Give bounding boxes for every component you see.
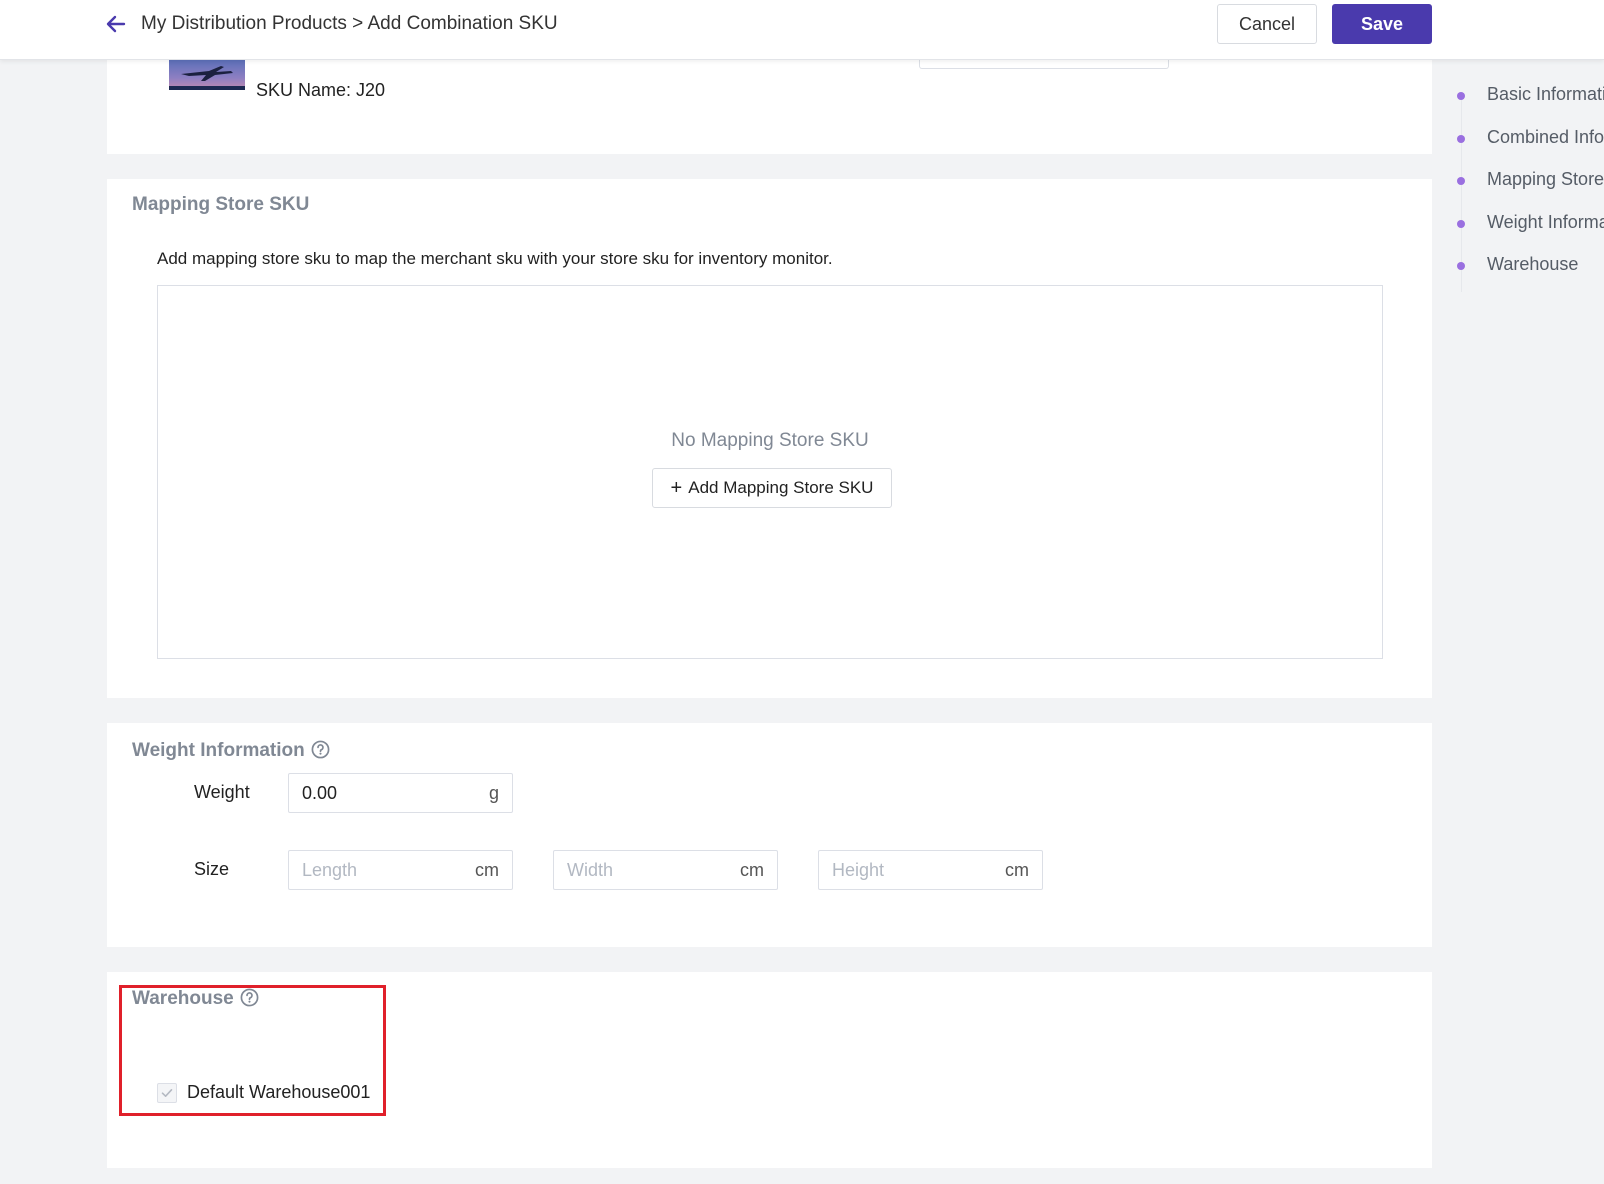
anchor-dot xyxy=(1457,135,1465,143)
highlight-box xyxy=(119,985,386,1116)
add-mapping-store-sku-button[interactable]: + Add Mapping Store SKU xyxy=(652,468,892,508)
help-icon[interactable] xyxy=(311,740,330,759)
anchor-dot xyxy=(1457,92,1465,100)
length-field[interactable]: cm xyxy=(288,850,513,890)
sku-name: SKU Name: J20 xyxy=(256,80,386,100)
basic-info-card: SKU Name: J20 xyxy=(107,60,1432,154)
breadcrumb: My Distribution Products > Add Combinati… xyxy=(141,13,558,34)
height-field[interactable]: cm xyxy=(818,850,1043,890)
partial-input[interactable] xyxy=(919,60,1169,69)
weight-label: Weight xyxy=(194,782,250,802)
width-field[interactable]: cm xyxy=(553,850,778,890)
height-unit: cm xyxy=(1005,860,1029,880)
warehouse-card: Warehouse Default Warehouse001 xyxy=(107,972,1432,1168)
plus-icon: + xyxy=(670,476,683,499)
save-button[interactable]: Save xyxy=(1332,4,1432,44)
weight-field[interactable]: g xyxy=(288,773,513,813)
anchor-label: Basic Informatio xyxy=(1487,84,1604,104)
anchor-dot xyxy=(1457,262,1465,270)
anchor-dot xyxy=(1457,177,1465,185)
mapping-section-title: Mapping Store SKU xyxy=(132,194,310,215)
cancel-button[interactable]: Cancel xyxy=(1217,4,1317,44)
mapping-empty-area: No Mapping Store SKU + Add Mapping Store … xyxy=(157,285,1383,659)
top-bar: My Distribution Products > Add Combinati… xyxy=(0,0,1604,60)
weight-unit: g xyxy=(488,783,499,803)
product-thumbnail xyxy=(169,60,245,90)
weight-information-card: Weight Information Weight g Size cm cm c… xyxy=(107,723,1432,947)
length-unit: cm xyxy=(475,860,499,880)
weight-section-title: Weight Information xyxy=(132,740,330,762)
airplane-image xyxy=(169,60,245,90)
anchor-label: Mapping Store S xyxy=(1487,169,1604,189)
anchor-dot xyxy=(1457,220,1465,228)
mapping-description: Add mapping store sku to map the merchan… xyxy=(157,249,833,268)
weight-title-text: Weight Information xyxy=(132,740,305,761)
size-label: Size xyxy=(194,859,230,879)
weight-input[interactable] xyxy=(289,774,512,812)
anchor-label: Weight Informat xyxy=(1487,212,1604,232)
mapping-store-sku-card: Mapping Store SKU Add mapping store sku … xyxy=(107,179,1432,698)
back-arrow-icon[interactable] xyxy=(104,12,128,36)
add-mapping-label: Add Mapping Store SKU xyxy=(688,477,874,497)
anchor-label: Warehouse xyxy=(1487,254,1579,274)
width-unit: cm xyxy=(740,860,764,880)
anchor-label: Combined Inforr xyxy=(1487,127,1604,147)
empty-state-text: No Mapping Store SKU xyxy=(671,430,869,451)
